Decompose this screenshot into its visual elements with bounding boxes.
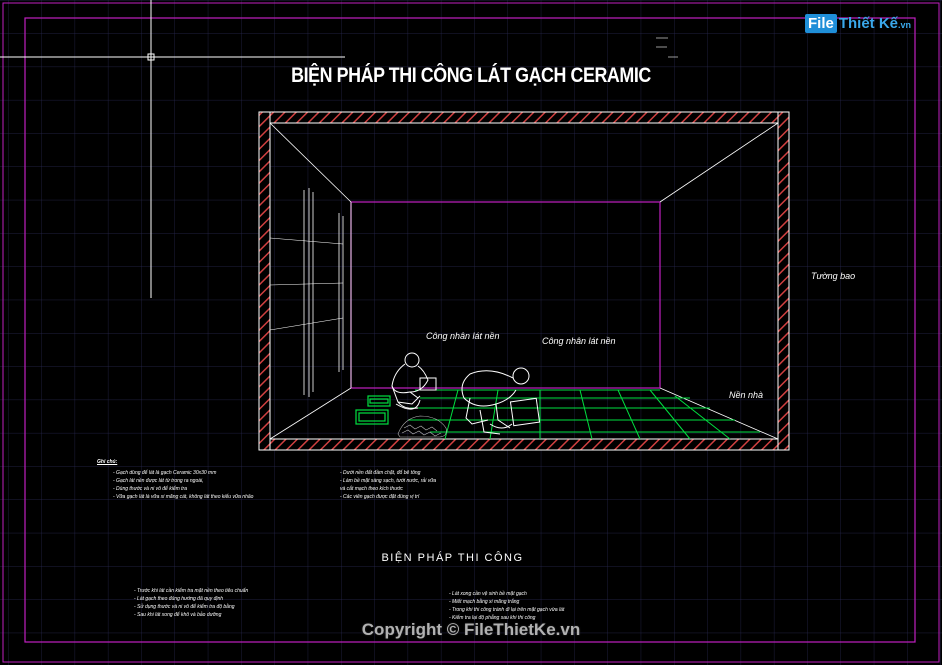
label-worker-1: Công nhân lát nền: [426, 331, 500, 341]
note-line: - Vữa gạch lát là vữa xi măng cát, không…: [113, 494, 254, 500]
note-line: - Dùng thước và ni vô để kiểm tra: [113, 486, 187, 492]
note-line: - Trước khi lát cần kiểm tra mặt nền the…: [134, 588, 249, 594]
label-floor: Nền nhà: [729, 390, 764, 400]
logo-box: File: [805, 14, 837, 33]
logo-text: Thiết Kế: [838, 15, 899, 32]
section-subtitle: BIỆN PHÁP THI CÔNG: [381, 552, 524, 564]
notes-block-1: - Gạch dùng để lát là gạch Ceramic 30x30…: [113, 469, 253, 501]
notes-block-4: - Lát xong cần vệ sinh bề mặt gạch - Miế…: [449, 590, 564, 622]
drawing-title: BIỆN PHÁP THI CÔNG LÁT GẠCH CERAMIC: [291, 64, 651, 87]
notes-block-3: - Trước khi lát cần kiểm tra mặt nền the…: [134, 587, 248, 619]
note-line: - Dưới nền đất đầm chặt, đổ bê tông: [340, 470, 421, 476]
note-line: - Sử dụng thước và ni vô để kiểm tra độ …: [134, 604, 235, 610]
note-line: - Gạch lát nền được lát từ trong ra ngoà…: [113, 478, 204, 484]
note-line: - Sau khi lát xong để khô và bảo dưỡng: [134, 612, 222, 618]
note-line: và cắt mạch theo kích thước: [340, 486, 403, 492]
note-line: - Gạch dùng để lát là gạch Ceramic 30x30…: [113, 470, 217, 476]
note-line: - Trong khi thi công tránh đi lại trên m…: [449, 607, 565, 613]
copyright-watermark: Copyright © FileThietKe.vn: [361, 620, 581, 639]
note-line: - Làm bề mặt sàng sạch, tưới nước, rải v…: [340, 478, 437, 484]
note-line: - Miết mạch bằng xi măng trắng: [449, 599, 520, 605]
filethietke-logo[interactable]: File Thiết Kế.vn: [805, 14, 911, 36]
note-line: - Lát xong cần vệ sinh bề mặt gạch: [449, 591, 527, 597]
label-wall: Tường bao: [811, 271, 856, 281]
notes-heading: Ghi chú:: [97, 459, 118, 465]
label-worker-2: Công nhân lát nền: [542, 336, 616, 346]
note-line: - Các viên gạch được đặt đúng vị trí: [340, 494, 420, 500]
notes-block-2: - Dưới nền đất đầm chặt, đổ bê tông - Là…: [340, 469, 436, 501]
note-line: - Lát gạch theo đúng hướng đã quy định: [134, 596, 224, 602]
logo-suffix: .vn: [898, 20, 912, 30]
